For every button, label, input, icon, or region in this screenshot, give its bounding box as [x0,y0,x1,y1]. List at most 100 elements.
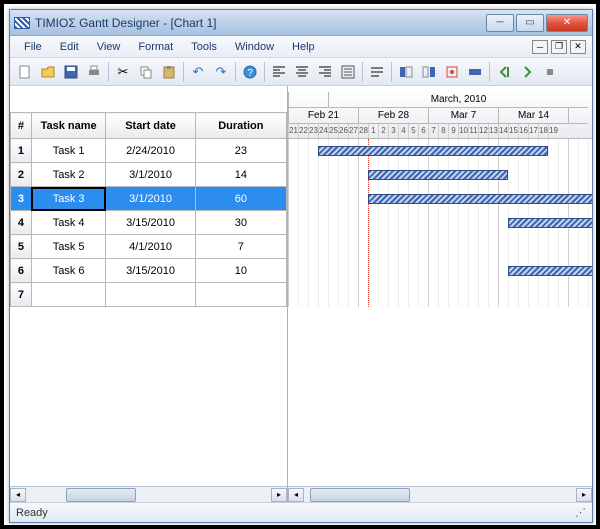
redo-icon[interactable]: ↷ [210,61,232,83]
menu-edit[interactable]: Edit [52,39,87,55]
arrow-right-icon[interactable] [539,61,561,83]
scroll-left-icon[interactable]: ◂ [288,488,304,502]
gantt-chart-area[interactable] [288,139,592,307]
cell[interactable]: 60 [195,187,286,211]
timescale-day: 3 [388,124,398,138]
cell[interactable]: 30 [195,211,286,235]
row-index[interactable]: 3 [11,187,32,211]
menu-file[interactable]: File [16,39,50,55]
menu-format[interactable]: Format [130,39,181,55]
copy-icon[interactable] [135,61,157,83]
table-row[interactable]: 5Task 54/1/20107 [11,235,287,259]
menu-view[interactable]: View [89,39,129,55]
table-row[interactable]: 6Task 63/15/201010 [11,259,287,283]
row-index[interactable]: 5 [11,235,32,259]
close-button[interactable]: ✕ [546,14,588,32]
grid-left-icon[interactable] [395,61,417,83]
timescale-day: 4 [398,124,408,138]
cell[interactable] [31,283,106,307]
scroll-right-icon[interactable]: ▸ [576,488,592,502]
arrow-left-icon[interactable] [493,61,515,83]
row-index[interactable]: 2 [11,163,32,187]
col-idx[interactable]: # [11,113,32,139]
cell[interactable]: 4/1/2010 [106,235,195,259]
gantt-bar[interactable] [508,218,592,228]
cell[interactable]: 14 [195,163,286,187]
row-index[interactable]: 7 [11,283,32,307]
grid-stretch-icon[interactable] [464,61,486,83]
gantt-bar[interactable] [368,194,592,204]
grid-center-icon[interactable] [418,61,440,83]
cell[interactable]: 3/1/2010 [106,187,195,211]
row-index[interactable]: 6 [11,259,32,283]
maximize-button[interactable]: ▭ [516,14,544,32]
gantt-bar[interactable] [508,266,592,276]
cell[interactable]: Task 2 [31,163,106,187]
align-center-icon[interactable] [291,61,313,83]
grid-snap-icon[interactable] [441,61,463,83]
col-duration[interactable]: Duration [195,113,286,139]
row-index[interactable]: 4 [11,211,32,235]
align-left-icon[interactable] [268,61,290,83]
print-icon[interactable] [83,61,105,83]
cell[interactable]: Task 5 [31,235,106,259]
table-row[interactable]: 1Task 12/24/201023 [11,139,287,163]
align-right-icon[interactable] [314,61,336,83]
mdi-restore-button[interactable]: ❐ [551,40,567,54]
cell[interactable]: Task 6 [31,259,106,283]
gantt-bar[interactable] [318,146,548,156]
help-icon[interactable]: ? [239,61,261,83]
outline-icon[interactable] [337,61,359,83]
cell[interactable]: 3/15/2010 [106,259,195,283]
scroll-thumb[interactable] [310,488,410,502]
cell[interactable]: 23 [195,139,286,163]
cell[interactable]: 7 [195,235,286,259]
paste-icon[interactable] [158,61,180,83]
cell[interactable]: 10 [195,259,286,283]
cell[interactable] [195,283,286,307]
row-index[interactable]: 1 [11,139,32,163]
mdi-close-button[interactable]: ✕ [570,40,586,54]
app-window: ΤΙΜΙΟΣ Gantt Designer - [Chart 1] ─ ▭ ✕ … [9,9,593,523]
cell[interactable]: Task 4 [31,211,106,235]
scroll-left-icon[interactable]: ◂ [10,488,26,502]
cell[interactable] [106,283,195,307]
table-row[interactable]: 3Task 33/1/201060 [11,187,287,211]
cut-icon[interactable]: ✂ [112,61,134,83]
arrow-stop-icon[interactable] [516,61,538,83]
cell[interactable]: 2/24/2010 [106,139,195,163]
menu-tools[interactable]: Tools [183,39,225,55]
open-icon[interactable] [37,61,59,83]
task-table[interactable]: # Task name Start date Duration 1Task 12… [10,112,287,307]
timescale-day: 13 [488,124,498,138]
menu-help[interactable]: Help [284,39,323,55]
col-start[interactable]: Start date [106,113,195,139]
timescale-day: 7 [428,124,438,138]
titlebar[interactable]: ΤΙΜΙΟΣ Gantt Designer - [Chart 1] ─ ▭ ✕ [10,10,592,36]
menu-window[interactable]: Window [227,39,282,55]
table-row[interactable]: 4Task 43/15/201030 [11,211,287,235]
new-icon[interactable] [14,61,36,83]
timescale-week: Mar 7 [428,108,498,124]
cell[interactable]: Task 1 [31,139,106,163]
timescale-day: 15 [508,124,518,138]
resize-grip-icon[interactable]: ⋰ [575,506,586,519]
mdi-minimize-button[interactable]: ─ [532,40,548,54]
right-hscroll[interactable]: ◂ ▸ [288,486,592,502]
scroll-right-icon[interactable]: ▸ [271,488,287,502]
cell[interactable]: 3/1/2010 [106,163,195,187]
scroll-thumb[interactable] [66,488,136,502]
undo-icon[interactable]: ↶ [187,61,209,83]
wrap-icon[interactable] [366,61,388,83]
minimize-button[interactable]: ─ [486,14,514,32]
cell[interactable]: 3/15/2010 [106,211,195,235]
app-icon [14,17,30,29]
gantt-bar[interactable] [368,170,508,180]
table-row[interactable]: 7 [11,283,287,307]
save-icon[interactable] [60,61,82,83]
col-name[interactable]: Task name [31,113,106,139]
toolbar: ✂ ↶ ↷ ? [10,58,592,86]
cell[interactable]: Task 3 [31,187,106,211]
table-row[interactable]: 2Task 23/1/201014 [11,163,287,187]
left-hscroll[interactable]: ◂ ▸ [10,486,287,502]
